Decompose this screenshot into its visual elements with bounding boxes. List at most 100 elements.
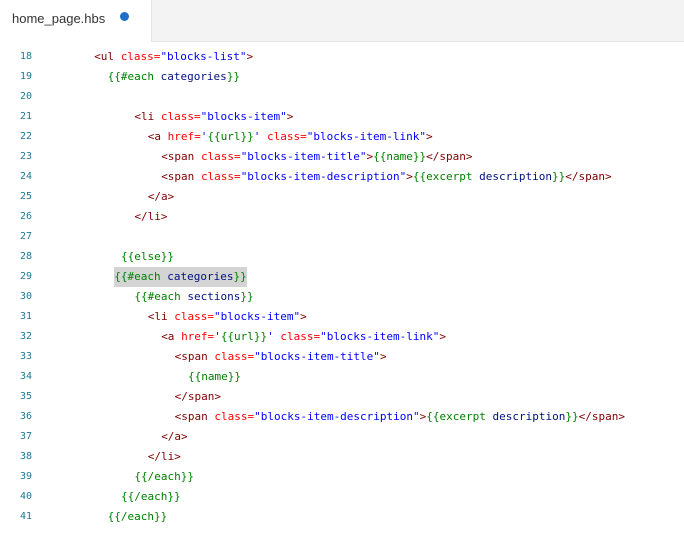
- code-token: "blocks-list": [160, 50, 247, 63]
- code-token: }}: [240, 290, 254, 303]
- code-text: {{#each sections}}: [134, 287, 253, 307]
- code-token: "blocks-item-description": [254, 410, 420, 423]
- code-token: >: [286, 110, 294, 123]
- code-line[interactable]: 20: [0, 87, 684, 107]
- code-line[interactable]: 22 <a href='{{url}}' class="blocks-item-l…: [0, 127, 684, 147]
- code-token: "blocks-item-title": [240, 150, 367, 163]
- code-line[interactable]: 37 </a>: [0, 427, 684, 447]
- code-token: class=: [174, 310, 215, 323]
- code-line[interactable]: 34 {{name}}: [0, 367, 684, 387]
- code-token: >: [439, 330, 447, 343]
- code-token: <a: [161, 330, 182, 343]
- unsaved-dot-icon[interactable]: [120, 12, 129, 21]
- line-number: 36: [19, 411, 32, 422]
- code-token: }}: [551, 170, 566, 183]
- code-token: <li: [147, 310, 175, 323]
- code-line[interactable]: 28 {{else}}: [0, 247, 684, 267]
- code-token: "blocks-item-description": [240, 170, 407, 183]
- code-line[interactable]: 39 {{/each}}: [0, 467, 684, 487]
- code-token: class=: [160, 110, 201, 123]
- line-number: 18: [19, 51, 32, 62]
- code-token: class=: [214, 350, 255, 363]
- line-number: 28: [19, 251, 32, 262]
- line-number: 34: [19, 371, 32, 382]
- line-number: 35: [19, 391, 32, 402]
- code-token: "blocks-item": [200, 110, 287, 123]
- code-token: <a: [147, 130, 168, 143]
- line-number: 29: [19, 271, 32, 282]
- code-line[interactable]: 35 </span>: [0, 387, 684, 407]
- line-number: 41: [19, 511, 32, 522]
- line-number: 23: [19, 151, 32, 162]
- code-line[interactable]: 24 <span class="blocks-item-description">…: [0, 167, 684, 187]
- code-line[interactable]: 27: [0, 227, 684, 247]
- code-token: "blocks-item-link": [306, 130, 426, 143]
- code-token: sections: [187, 290, 241, 303]
- tab-title: home_page.hbs: [12, 11, 106, 26]
- code-line[interactable]: 36 <span class="blocks-item-description">…: [0, 407, 684, 427]
- code-line[interactable]: 29 {{#each categories}}: [0, 267, 684, 287]
- code-token: </li>: [134, 210, 168, 223]
- code-line[interactable]: 32 <a href='{{url}}' class="blocks-item-l…: [0, 327, 684, 347]
- code-line[interactable]: 30 {{#each sections}}: [0, 287, 684, 307]
- code-token: categories: [160, 70, 227, 83]
- code-token: description: [479, 170, 552, 183]
- code-token: >: [426, 130, 433, 143]
- code-token: categories: [167, 270, 234, 283]
- code-text: {{/each}}: [134, 467, 194, 487]
- line-number: 32: [19, 331, 32, 342]
- code-token: </span>: [174, 390, 221, 403]
- code-token: {{name}}: [188, 370, 241, 383]
- code-text: <ul class="blocks-list">: [94, 47, 253, 67]
- code-text: <li class="blocks-item">: [134, 107, 293, 127]
- code-token: "blocks-item-title": [254, 350, 380, 363]
- code-token: {{/each}}: [121, 490, 181, 503]
- line-number: 33: [19, 351, 32, 362]
- code-line[interactable]: 40 {{/each}}: [0, 487, 684, 507]
- code-text: <span class="blocks-item-description">{{…: [175, 407, 625, 427]
- code-line[interactable]: 26 </li>: [0, 207, 684, 227]
- code-token: </span>: [565, 170, 612, 183]
- code-token: ': [267, 330, 281, 343]
- code-line[interactable]: 19 {{#each categories}}: [0, 67, 684, 87]
- code-line[interactable]: 33 <span class="blocks-item-title">: [0, 347, 684, 367]
- line-number: 37: [19, 431, 32, 442]
- code-token: class=: [267, 130, 307, 143]
- code-token: class=: [200, 150, 241, 163]
- code-text: </li>: [148, 447, 181, 467]
- code-token: class=: [120, 50, 161, 63]
- line-number: 20: [19, 91, 32, 102]
- code-token: >: [300, 310, 307, 323]
- code-text: <span class="blocks-item-title">: [175, 347, 387, 367]
- line-number: 21: [19, 111, 32, 122]
- code-text: <span class="blocks-item-title">{{name}}…: [161, 147, 472, 167]
- code-line[interactable]: 18 <ul class="blocks-list">: [0, 47, 684, 67]
- line-number: 24: [19, 171, 32, 182]
- code-editor[interactable]: 18 <ul class="blocks-list"> 19 {{#each cate…: [0, 42, 684, 534]
- line-number: 27: [19, 231, 32, 242]
- code-line[interactable]: 31 <li class="blocks-item">: [0, 307, 684, 327]
- line-number: 39: [19, 471, 32, 482]
- code-token: {{url}}: [207, 130, 254, 143]
- line-number: 19: [19, 71, 32, 82]
- code-token: </a>: [161, 430, 188, 443]
- code-token: {{url}}: [220, 330, 268, 343]
- line-number: 30: [19, 291, 32, 302]
- code-token: href=: [181, 330, 215, 343]
- code-line[interactable]: 21 <li class="blocks-item">: [0, 107, 684, 127]
- code-line[interactable]: 38 </li>: [0, 447, 684, 467]
- code-token: </a>: [147, 190, 175, 203]
- code-token: class=: [200, 170, 241, 183]
- tab-home-page-hbs[interactable]: home_page.hbs: [0, 0, 152, 42]
- code-text: <span class="blocks-item-description">{{…: [161, 167, 611, 187]
- code-token: <span: [161, 170, 201, 183]
- code-line[interactable]: 23 <span class="blocks-item-title">{{name…: [0, 147, 684, 167]
- code-line[interactable]: 25 </a>: [0, 187, 684, 207]
- code-text: <a href='{{url}}' class="blocks-item-lin…: [148, 127, 433, 147]
- code-text: </a>: [161, 427, 188, 447]
- code-line[interactable]: 41 {{/each}}: [0, 507, 684, 527]
- line-number: 22: [19, 131, 32, 142]
- line-number: 31: [19, 311, 32, 322]
- code-text: {{#each categories}}: [108, 67, 240, 87]
- code-token: {{#each: [107, 70, 161, 83]
